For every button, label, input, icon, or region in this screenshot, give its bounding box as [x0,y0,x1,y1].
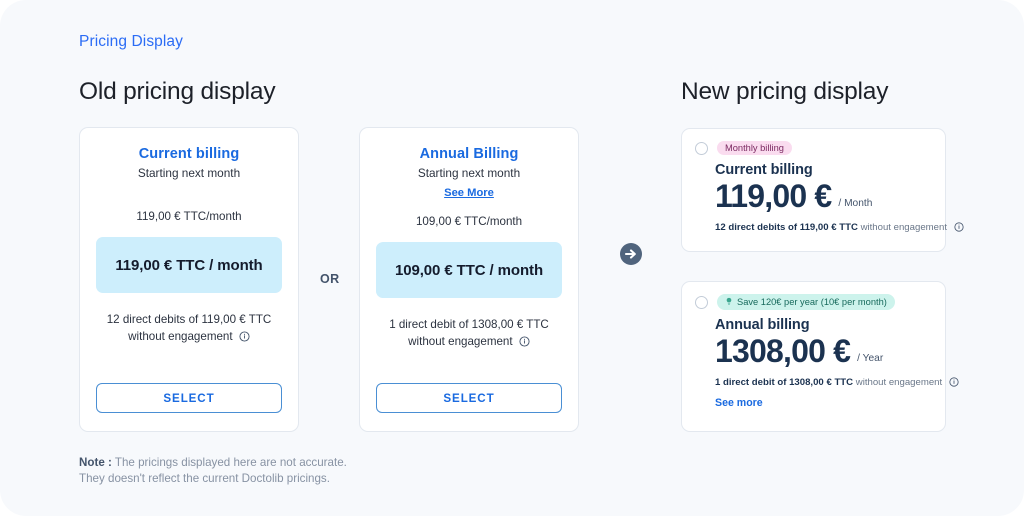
old-card-permonth: 119,00 € TTC/month [136,210,242,223]
old-card-seemore[interactable]: See More [360,183,578,201]
new-card-footnote-light: without engagement [860,222,947,234]
old-card-subtitle: Starting next month [417,166,521,180]
old-card-note-line2: without engagement [408,335,513,348]
badge-monthly-billing: Monthly billing [717,141,792,156]
new-card-name: Annual billing [715,317,810,334]
old-card-note: 1 direct debit of 1308,00 € TTC without … [360,316,578,352]
new-pricing-card-annual[interactable]: Save 120€ per year (10€ per month) Annua… [681,281,959,432]
new-pricing-card-monthly[interactable]: Monthly billing Current billing 119,00 €… [681,128,964,252]
old-card-price-text: 119,00 € TTC / month [115,256,263,274]
new-pricing-heading: New pricing display [681,78,889,105]
lightbulb-icon [725,297,733,308]
note-label: Note : [79,456,112,469]
old-card-price-band: 119,00 € TTC / month [96,237,282,293]
info-icon[interactable] [954,222,964,237]
old-card-permonth: 109,00 € TTC/month [415,215,523,228]
info-icon[interactable] [949,377,959,392]
old-card-note: 12 direct debits of 119,00 € TTC without… [80,311,298,347]
new-card-footnote: 1 direct debit of 1308,00 € TTC without … [715,376,959,392]
new-card-footnote-bold: 1 direct debit of 1308,00 € TTC [715,377,854,389]
new-card-price-line: 1308,00 € / Year [715,332,931,371]
old-card-subtitle: Starting next month [137,166,241,180]
old-card-title: Annual Billing [419,146,519,162]
new-card-body: Annual billing 1308,00 € / Year 1 direct… [695,317,959,409]
new-card-period: / Month [838,198,873,210]
new-card-footnote-light: without engagement [855,377,943,389]
page-eyebrow: Pricing Display [79,33,184,50]
new-card-top-row: Monthly billing [695,141,931,156]
or-separator-label: OR [320,272,340,286]
new-card-price-line: 119,00 € / Month [715,177,931,216]
old-card-price-band: 109,00 € TTC / month [376,242,562,298]
new-card-footnote: 12 direct debits of 119,00 € TTC without… [715,221,964,237]
disclaimer-note: Note : The pricings displayed here are n… [79,455,347,487]
info-icon[interactable] [519,335,530,352]
new-card-top-row: Save 120€ per year (10€ per month) [695,294,931,311]
new-card-price: 119,00 € [715,178,832,215]
old-pricing-card-current[interactable]: Current billing Starting next month 119,… [79,127,299,432]
old-card-note-line1: 12 direct debits of 119,00 € TTC [106,313,272,326]
new-card-body: Current billing 119,00 € / Month 12 dire… [695,162,964,237]
new-card-footnote-bold: 12 direct debits of 119,00 € TTC [715,222,858,234]
new-card-price: 1308,00 € [715,333,851,370]
new-card-seemore-link[interactable]: See more [715,397,931,409]
old-card-title: Current billing [138,146,240,162]
old-card-note-line1: 1 direct debit of 1308,00 € TTC [389,318,549,331]
old-pricing-card-annual[interactable]: Annual Billing Starting next month See M… [359,127,579,432]
old-card-price-text: 109,00 € TTC / month [394,261,544,279]
arrow-right-circle-icon [619,242,643,266]
old-card-select-button[interactable]: SELECT [376,383,562,413]
page-canvas: Pricing Display Old pricing display New … [0,0,1024,516]
info-icon[interactable] [239,330,250,347]
new-card-period: / Year [857,353,884,365]
old-card-note-line2: without engagement [128,330,233,343]
badge-annual-saving: Save 120€ per year (10€ per month) [717,294,895,311]
badge-label: Monthly billing [725,142,784,153]
note-line1: The pricings displayed here are not accu… [111,456,347,469]
new-card-name: Current billing [715,162,813,179]
radio-monthly-billing[interactable] [695,141,708,155]
old-card-select-button[interactable]: SELECT [96,383,282,413]
radio-annual-billing[interactable] [695,295,708,309]
note-line2: They doesn't reflect the current Doctoli… [79,472,330,485]
old-pricing-heading: Old pricing display [79,78,276,105]
badge-label: Save 120€ per year (10€ per month) [737,296,887,307]
old-card-seemore-link[interactable]: See More [444,187,494,199]
